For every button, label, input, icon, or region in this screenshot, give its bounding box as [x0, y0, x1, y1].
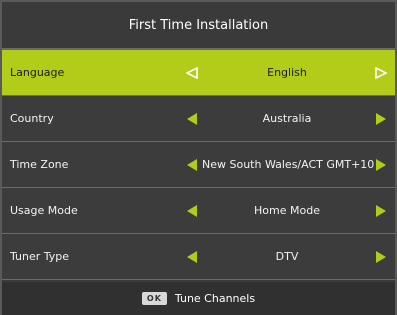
installation-screen: First Time Installation Language English…	[0, 0, 397, 315]
tune-channels-label[interactable]: Tune Channels	[175, 292, 255, 305]
triangle-left-icon[interactable]	[185, 204, 199, 218]
menu-row-label: Usage Mode	[10, 204, 78, 217]
triangle-left-icon[interactable]	[185, 112, 199, 126]
menu-row-value: New South Wales/ACT GMT+10	[202, 158, 375, 171]
settings-menu: Language English Country Australia Time …	[2, 50, 395, 280]
menu-row-label: Tuner Type	[10, 250, 70, 263]
menu-row-usage-mode[interactable]: Usage Mode Home Mode	[2, 188, 395, 234]
page-title: First Time Installation	[2, 2, 395, 50]
ok-key-badge: OK	[141, 292, 167, 305]
menu-row-label: Country	[10, 112, 54, 125]
menu-row-label: Time Zone	[10, 158, 69, 171]
triangle-right-icon[interactable]	[374, 112, 388, 126]
triangle-left-icon[interactable]	[185, 158, 199, 172]
menu-row-value: Home Mode	[254, 204, 320, 217]
triangle-left-icon[interactable]	[185, 250, 199, 264]
menu-row-country[interactable]: Country Australia	[2, 96, 395, 142]
menu-row-tuner-type[interactable]: Tuner Type DTV	[2, 234, 395, 280]
menu-row-value: Australia	[262, 112, 312, 125]
triangle-left-icon[interactable]	[185, 66, 199, 80]
menu-row-value: English	[267, 66, 307, 79]
menu-row-value: DTV	[275, 250, 299, 263]
menu-row-label: Language	[10, 66, 65, 79]
triangle-right-icon[interactable]	[374, 66, 388, 80]
triangle-right-icon[interactable]	[374, 158, 388, 172]
triangle-right-icon[interactable]	[374, 250, 388, 264]
menu-row-language[interactable]: Language English	[2, 50, 395, 96]
footer-hint: OK Tune Channels	[2, 282, 395, 315]
menu-row-time-zone[interactable]: Time Zone New South Wales/ACT GMT+10	[2, 142, 395, 188]
triangle-right-icon[interactable]	[374, 204, 388, 218]
